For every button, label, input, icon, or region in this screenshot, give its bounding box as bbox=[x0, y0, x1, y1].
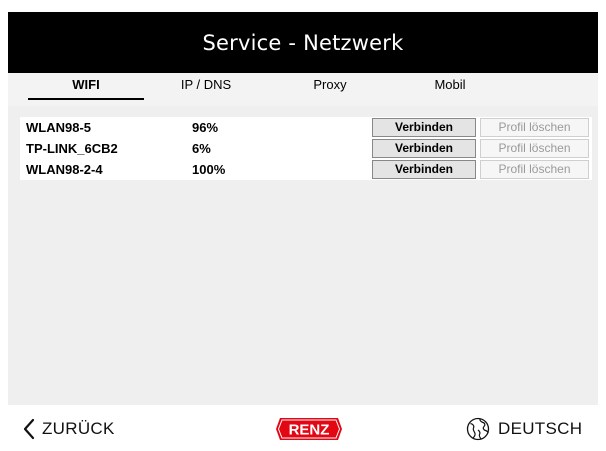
tab-bar: WIFI IP / DNS Proxy Mobil bbox=[8, 73, 598, 106]
page-title: Service - Netzwerk bbox=[202, 30, 404, 55]
tab-mobil-label: Mobil bbox=[434, 77, 466, 92]
tab-ip-dns[interactable]: IP / DNS bbox=[156, 73, 256, 106]
tab-wifi-label: WIFI bbox=[72, 77, 100, 92]
logo-text: RENZ bbox=[289, 422, 330, 439]
app-window: Service - Netzwerk WIFI IP / DNS Proxy M… bbox=[8, 12, 598, 451]
network-row: WLAN98-2-4 100% Verbinden Profil löschen bbox=[20, 159, 592, 180]
connect-button[interactable]: Verbinden bbox=[372, 160, 476, 179]
network-row: TP-LINK_6CB2 6% Verbinden Profil löschen bbox=[20, 138, 592, 159]
tab-wifi[interactable]: WIFI bbox=[28, 73, 144, 106]
title-bar: Service - Netzwerk bbox=[8, 12, 598, 73]
tab-proxy-label: Proxy bbox=[313, 77, 347, 92]
tab-proxy[interactable]: Proxy bbox=[280, 73, 380, 106]
back-button-label: ZURÜCK bbox=[42, 419, 115, 438]
network-ssid: WLAN98-2-4 bbox=[26, 162, 103, 177]
connect-button[interactable]: Verbinden bbox=[372, 118, 476, 137]
content-area: WLAN98-5 96% Verbinden Profil löschen TP… bbox=[8, 106, 598, 405]
back-button[interactable]: ZURÜCK bbox=[22, 418, 115, 440]
footer-bar: ZURÜCK RENZ DEUTSCH bbox=[8, 405, 598, 451]
network-row: WLAN98-5 96% Verbinden Profil löschen bbox=[20, 117, 592, 138]
language-button[interactable]: DEUTSCH bbox=[466, 416, 582, 442]
delete-profile-button[interactable]: Profil löschen bbox=[480, 118, 589, 137]
network-signal: 6% bbox=[192, 141, 211, 156]
tab-ip-dns-label: IP / DNS bbox=[180, 77, 232, 92]
globe-icon bbox=[466, 417, 490, 441]
delete-profile-button[interactable]: Profil löschen bbox=[480, 139, 589, 158]
network-ssid: WLAN98-5 bbox=[26, 120, 92, 135]
connect-button[interactable]: Verbinden bbox=[372, 139, 476, 158]
network-ssid: TP-LINK_6CB2 bbox=[26, 141, 118, 156]
network-signal: 100% bbox=[192, 162, 226, 177]
language-label: DEUTSCH bbox=[498, 419, 583, 438]
chevron-left-icon bbox=[23, 418, 35, 440]
delete-profile-button[interactable]: Profil löschen bbox=[480, 160, 589, 179]
renz-logo: RENZ bbox=[276, 418, 342, 440]
tab-mobil[interactable]: Mobil bbox=[400, 73, 500, 106]
wifi-network-list: WLAN98-5 96% Verbinden Profil löschen TP… bbox=[20, 117, 592, 180]
network-signal: 96% bbox=[192, 120, 219, 135]
